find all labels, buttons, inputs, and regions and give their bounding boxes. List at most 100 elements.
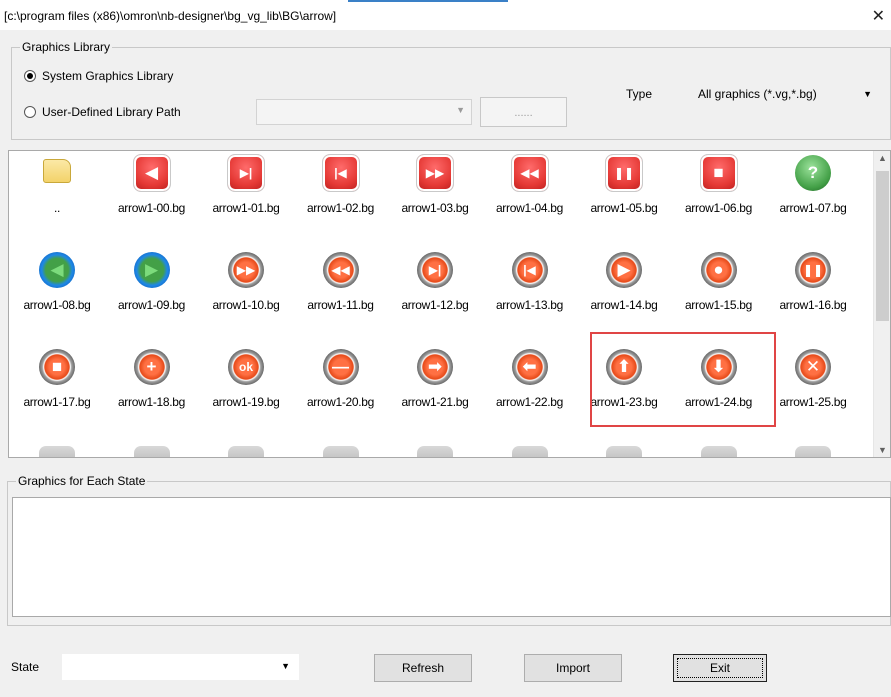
rewind-icon: ◀◀ <box>322 252 359 288</box>
gallery-item[interactable]: ◀◀ arrow1-04.bg <box>483 151 577 241</box>
title-accent <box>348 0 508 2</box>
gallery-item-label: .. <box>53 201 61 215</box>
gallery-item-label: arrow1-14.bg <box>590 298 658 312</box>
browse-button[interactable]: ...... <box>480 97 567 127</box>
gallery-item[interactable]: ❚❚ <box>766 442 860 457</box>
gallery-item[interactable]: + arrow1-18.bg <box>105 345 199 435</box>
system-library-label: System Graphics Library <box>42 69 174 83</box>
gallery-item[interactable]: ▶▶ arrow1-03.bg <box>388 151 482 241</box>
gallery-item[interactable]: ⬅ arrow1-22.bg <box>483 345 577 435</box>
gallery-item[interactable]: ▸ <box>105 442 199 457</box>
circle-icon <box>39 446 75 457</box>
close-icon[interactable]: ✕ <box>872 6 885 26</box>
chevron-down-icon: ▼ <box>863 89 872 99</box>
gallery-item[interactable]: ◂ <box>199 442 293 457</box>
gallery-item[interactable]: ❚❚ <box>483 442 577 457</box>
system-library-radio[interactable]: System Graphics Library <box>24 69 173 83</box>
fast-forward-icon: ▶▶ <box>417 155 453 191</box>
gallery-item[interactable]: ? arrow1-07.bg <box>766 151 860 241</box>
rewind-icon: ◀◀ <box>511 155 548 191</box>
gallery-scrollbar[interactable]: ▲ ▼ <box>873 151 890 457</box>
exit-button[interactable]: Exit <box>673 654 767 682</box>
gallery-item[interactable]: .. <box>10 151 104 241</box>
gallery-item-label: arrow1-17.bg <box>23 395 91 409</box>
ok-icon: ok <box>228 349 264 385</box>
back-icon: ◂ <box>228 446 264 457</box>
gallery-item[interactable]: ◀◀ arrow1-11.bg <box>294 248 388 338</box>
gallery-item-label: arrow1-21.bg <box>401 395 469 409</box>
gallery-item-label: arrow1-16.bg <box>779 298 847 312</box>
user-library-label: User-Defined Library Path <box>42 105 181 119</box>
selection-highlight <box>590 332 776 427</box>
gallery-item[interactable]: ❚❚ arrow1-16.bg <box>766 248 860 338</box>
gallery-item-label: arrow1-05.bg <box>590 201 658 215</box>
gallery-item[interactable]: ▶| arrow1-01.bg <box>199 151 293 241</box>
import-button[interactable]: Import <box>524 654 622 682</box>
type-select[interactable]: All graphics (*.vg,*.bg) ▼ <box>698 87 878 107</box>
gallery-item[interactable]: ■ arrow1-17.bg <box>10 345 104 435</box>
arrow-right-icon: ➡ <box>417 349 453 385</box>
close-icon: ✕ <box>795 349 831 385</box>
gallery-item[interactable]: ➡ arrow1-21.bg <box>388 345 482 435</box>
pause-icon: ❚❚ <box>795 252 831 288</box>
gallery-item-label: arrow1-08.bg <box>23 298 91 312</box>
gallery-item[interactable]: ■ <box>672 442 766 457</box>
gallery-item-label: arrow1-15.bg <box>684 298 753 312</box>
state-select[interactable]: ▼ <box>62 654 299 680</box>
pause-icon: ❚❚ <box>606 155 642 191</box>
gallery-item[interactable]: ❚❚ arrow1-05.bg <box>577 151 671 241</box>
play-start-icon: |◀ <box>511 252 548 288</box>
stop-icon: ■ <box>700 446 737 457</box>
refresh-button[interactable]: Refresh <box>374 654 472 682</box>
gallery-item[interactable]: ■ arrow1-06.bg <box>672 151 766 241</box>
fast-forward-icon: ▶▶ <box>228 252 264 288</box>
user-library-radio[interactable]: User-Defined Library Path <box>24 105 181 119</box>
gallery-item[interactable]: ● arrow1-15.bg <box>672 248 766 338</box>
gallery-item-label: arrow1-12.bg <box>401 298 469 312</box>
gallery-item-label: arrow1-13.bg <box>495 298 564 312</box>
window-title: [c:\program files (x86)\omron\nb-designe… <box>4 9 337 23</box>
graphics-library-legend: Graphics Library <box>20 40 113 54</box>
gallery-item[interactable]: |◀ arrow1-13.bg <box>483 248 577 338</box>
scrollbar-thumb[interactable] <box>876 171 889 321</box>
gallery-item-label: arrow1-07.bg <box>779 201 847 215</box>
type-label: Type <box>626 87 653 101</box>
gallery-item[interactable]: ◀ arrow1-08.bg <box>10 248 104 338</box>
gallery-item[interactable]: ▶▶ arrow1-10.bg <box>199 248 293 338</box>
library-path-combo[interactable]: ▼ <box>256 99 472 125</box>
play-end-icon: ▶| <box>322 446 359 457</box>
minus-icon: — <box>322 349 359 385</box>
gallery-item-label: arrow1-03.bg <box>401 201 469 215</box>
plus-icon: + <box>133 349 170 385</box>
scroll-up-icon[interactable]: ▲ <box>878 153 887 163</box>
gallery-item[interactable]: ✕ arrow1-25.bg <box>766 345 860 435</box>
radio-selected-icon <box>24 70 36 82</box>
minus-icon: — <box>606 446 642 457</box>
gallery-item[interactable] <box>10 442 104 457</box>
play-start-icon: |◀ <box>322 155 359 191</box>
gallery-item[interactable]: |◀ arrow1-02.bg <box>294 151 388 241</box>
gallery-item-label: arrow1-18.bg <box>117 395 186 409</box>
gallery-item[interactable]: ▶| arrow1-12.bg <box>388 248 482 338</box>
play-icon: ▶ <box>606 252 642 288</box>
gallery-item[interactable]: ok arrow1-19.bg <box>199 345 293 435</box>
play-end-icon: ▶| <box>417 252 453 288</box>
gallery-item[interactable]: ▶ arrow1-14.bg <box>577 248 671 338</box>
gallery-item[interactable]: ▶ arrow1-09.bg <box>105 248 199 338</box>
scroll-down-icon[interactable]: ▼ <box>878 445 887 455</box>
stop-icon: ■ <box>700 155 737 191</box>
gallery-item[interactable]: — <box>577 442 671 457</box>
help-icon: ? <box>795 155 831 191</box>
gallery-item[interactable]: ◀ arrow1-00.bg <box>105 151 199 241</box>
gallery-item[interactable]: ▶| <box>294 442 388 457</box>
gallery-item-label: arrow1-00.bg <box>117 201 186 215</box>
gallery-item[interactable]: — arrow1-20.bg <box>294 345 388 435</box>
state-graphics-panel[interactable] <box>12 497 891 617</box>
graphics-state-legend: Graphics for Each State <box>16 474 148 488</box>
left-arrow-icon: ◀ <box>39 252 75 288</box>
chevron-down-icon: ▼ <box>281 661 290 671</box>
gallery-item[interactable]: |◀ <box>388 442 482 457</box>
record-icon: ● <box>700 252 737 288</box>
gallery-item-label: arrow1-02.bg <box>306 201 375 215</box>
gallery-item-label: arrow1-25.bg <box>779 395 847 409</box>
